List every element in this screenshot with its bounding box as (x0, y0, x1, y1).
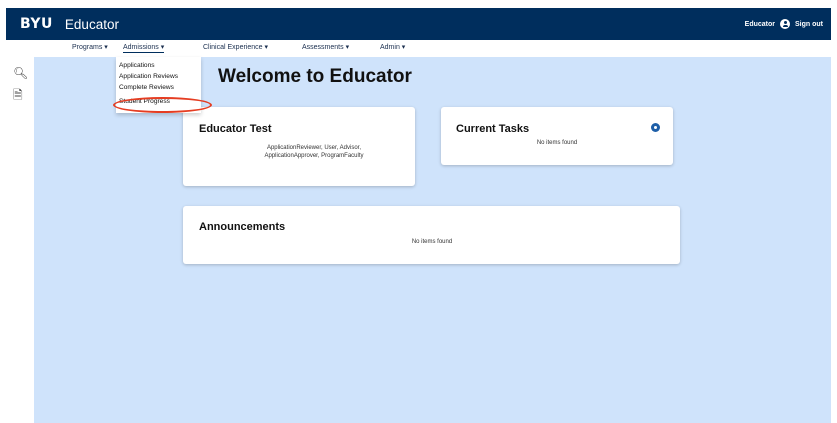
empty-state: No items found (536, 140, 578, 146)
app-window: BYU Educator Educator Sign out Programs … (0, 0, 837, 423)
document-icon[interactable]: 🗎 (13, 86, 23, 107)
sign-out-link[interactable]: Sign out (795, 21, 823, 28)
nav-clinical-experience[interactable]: Clinical Experience ▾ (203, 43, 268, 51)
nav-admin[interactable]: Admin ▾ (380, 43, 405, 51)
dropdown-item-complete-reviews[interactable]: Complete Reviews (119, 84, 174, 91)
gear-icon[interactable] (651, 123, 660, 132)
user-menu: Educator Sign out (745, 19, 823, 29)
dropdown-item-application-reviews[interactable]: Application Reviews (119, 73, 178, 80)
roles-line-1: ApplicationReviewer, User, Advisor, (266, 145, 362, 151)
card-title: Announcements (199, 221, 286, 233)
current-tasks-card: Current Tasks No items found (441, 107, 673, 165)
app-title[interactable]: Educator (65, 17, 119, 32)
top-header: BYU Educator Educator Sign out (6, 8, 831, 40)
byu-logo[interactable]: BYU (20, 16, 53, 32)
user-icon[interactable] (780, 19, 790, 29)
user-name[interactable]: Educator (745, 21, 775, 28)
highlight-annotation (113, 97, 212, 113)
nav-admissions[interactable]: Admissions ▾ (123, 43, 165, 53)
page-title: Welcome to Educator (218, 66, 412, 87)
nav-programs[interactable]: Programs ▾ (72, 43, 108, 51)
card-title: Educator Test (199, 123, 272, 135)
roles-line-2: ApplicationApprover, ProgramFaculty (264, 153, 364, 159)
dropdown-item-applications[interactable]: Applications (119, 62, 155, 69)
empty-state: No items found (411, 239, 453, 245)
nav-assessments[interactable]: Assessments ▾ (302, 43, 349, 51)
left-sidebar: 🔍︎ 🗎 (6, 57, 34, 423)
educator-test-card: Educator Test ApplicationReviewer, User,… (183, 107, 415, 186)
search-icon[interactable]: 🔍︎ (13, 66, 28, 80)
announcements-card: Announcements No items found (183, 206, 680, 264)
main-nav: Programs ▾ Admissions ▾ Clinical Experie… (6, 40, 831, 57)
card-title: Current Tasks (456, 123, 530, 135)
